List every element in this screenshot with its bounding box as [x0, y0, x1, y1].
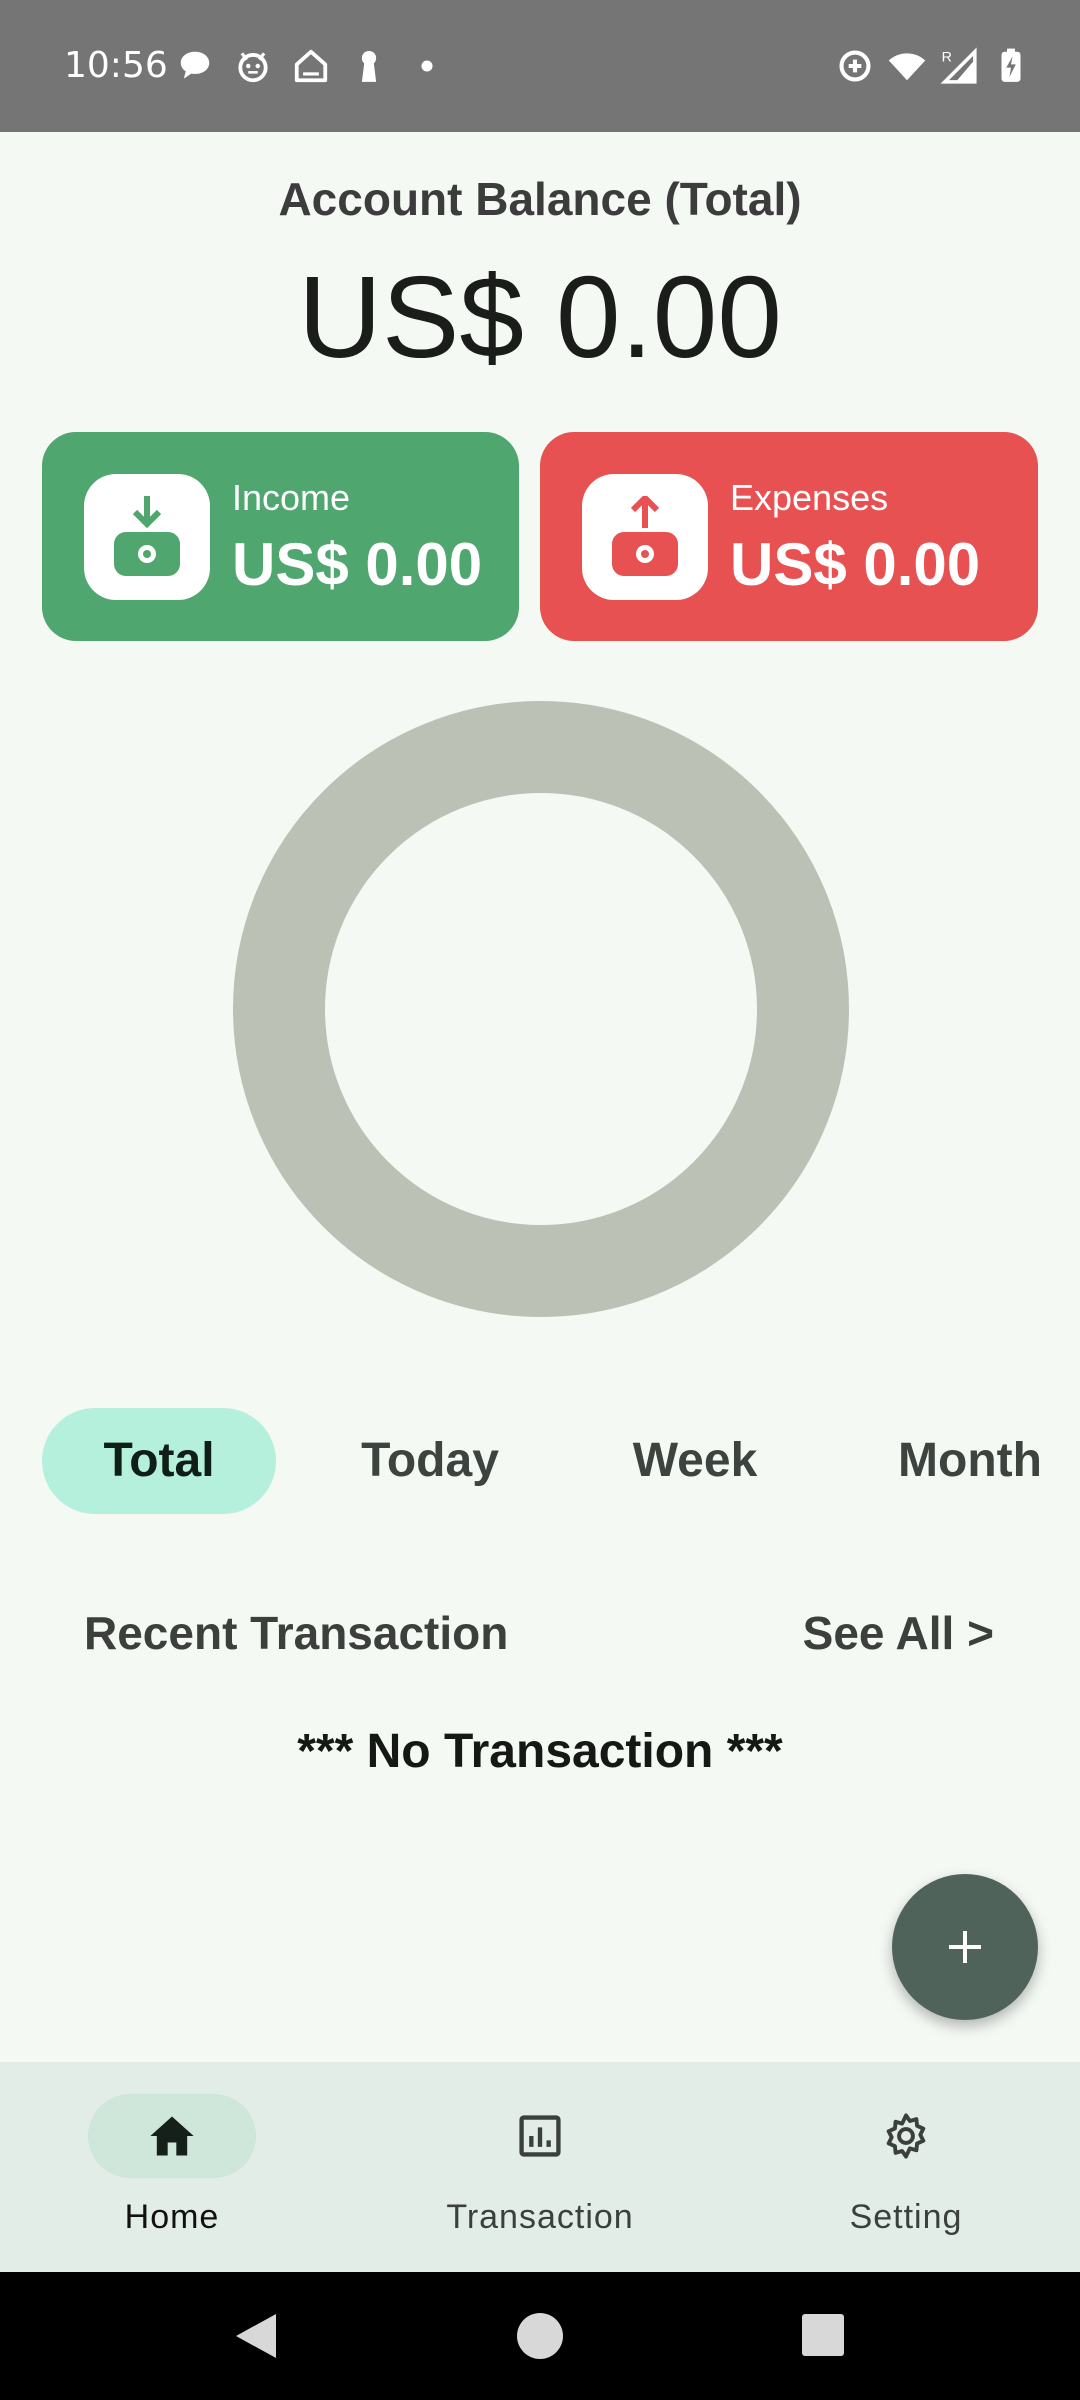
bottom-navigation: Home Transaction Setting — [0, 2062, 1080, 2272]
balance-title: Account Balance (Total) — [278, 173, 802, 225]
income-label: Income — [232, 477, 351, 518]
cat-face-icon — [238, 52, 268, 83]
system-status-icons: R — [836, 44, 1030, 88]
gear-icon — [886, 2113, 926, 2159]
roaming-indicator: R — [942, 49, 952, 65]
recents-icon[interactable] — [802, 2314, 844, 2356]
home-outline-icon — [294, 49, 328, 83]
see-all-link[interactable]: See All > — [803, 1606, 994, 1660]
period-tabs: Total Today Week Month — [0, 1408, 1080, 1514]
chat-bubble-icon — [180, 51, 210, 79]
tab-total[interactable]: Total — [42, 1408, 276, 1514]
wifi-icon — [888, 53, 926, 81]
income-card[interactable]: Income US$ 0.00 — [42, 432, 519, 641]
nav-item-transaction[interactable]: Transaction — [394, 2062, 694, 2272]
empty-transactions-message: *** No Transaction *** — [297, 1725, 783, 1778]
expenses-icon-box — [582, 474, 708, 600]
tab-today[interactable]: Today — [320, 1408, 540, 1514]
recent-transaction-title: Recent Transaction — [84, 1607, 509, 1659]
nav-label-transaction: Transaction — [446, 2198, 634, 2236]
nav-item-home[interactable]: Home — [26, 2062, 326, 2272]
expenses-value: US$ 0.00 — [730, 531, 981, 598]
signal-roaming-icon: R — [940, 47, 977, 84]
tab-week[interactable]: Week — [590, 1408, 800, 1514]
expenses-card[interactable]: Expenses US$ 0.00 — [540, 432, 1038, 641]
bar-chart-icon — [519, 2115, 561, 2157]
nav-item-setting[interactable]: Setting — [760, 2062, 1060, 2272]
donut-chart — [233, 701, 849, 1317]
add-transaction-button[interactable] — [892, 1874, 1038, 2020]
nav-label-home: Home — [124, 2198, 220, 2236]
nav-transaction-indicator — [456, 2094, 624, 2178]
wallet-upload-icon — [612, 496, 678, 576]
dot-icon — [421, 60, 433, 72]
tab-month[interactable]: Month — [870, 1408, 1070, 1514]
balance-amount: US$ 0.00 — [298, 252, 782, 382]
nav-home-indicator — [88, 2094, 256, 2178]
home-circle-icon[interactable] — [516, 2312, 564, 2360]
system-navigation-bar — [0, 2272, 1080, 2400]
income-icon-box — [84, 474, 210, 600]
income-value: US$ 0.00 — [232, 531, 483, 598]
data-saver-icon — [839, 50, 871, 82]
nav-setting-indicator — [822, 2094, 990, 2178]
status-time: 10:56 — [64, 45, 168, 86]
plus-icon — [949, 1931, 981, 1963]
back-icon[interactable] — [232, 2312, 278, 2360]
status-bar: 10:56 R — [0, 0, 1080, 132]
nav-label-setting: Setting — [849, 2198, 963, 2236]
battery-charging-icon — [1001, 48, 1021, 82]
notification-icons — [176, 46, 446, 86]
home-icon — [150, 2116, 194, 2156]
expenses-label: Expenses — [730, 477, 889, 518]
keyhole-icon — [361, 50, 377, 82]
empty-chart-ring — [233, 701, 849, 1317]
wallet-download-icon — [114, 496, 180, 576]
